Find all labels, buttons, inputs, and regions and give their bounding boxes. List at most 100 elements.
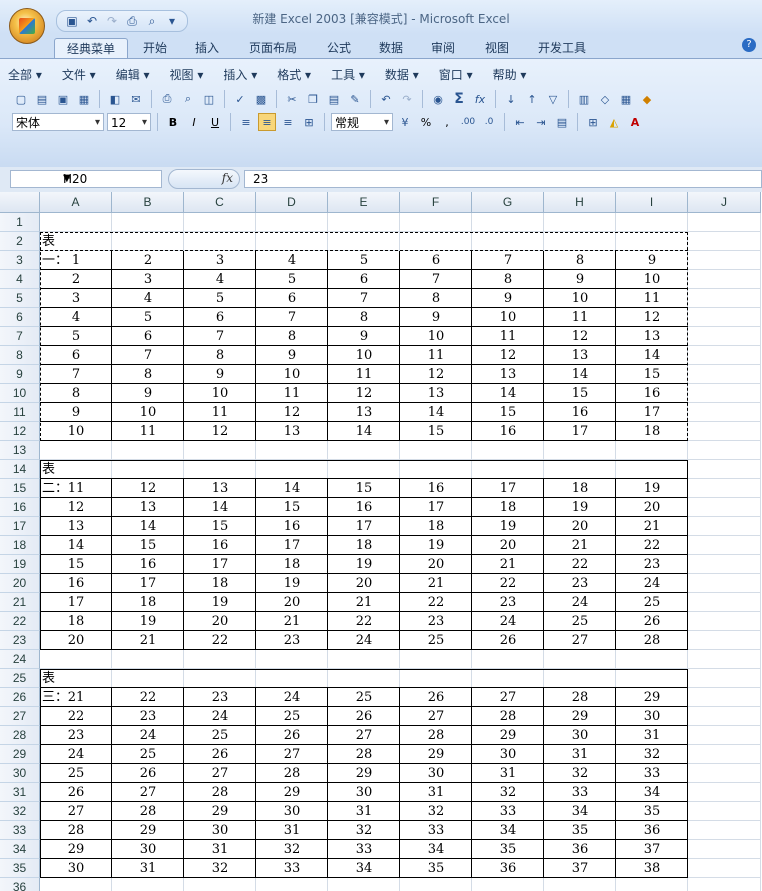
table-cell[interactable]: 18 [184,574,256,593]
table-cell[interactable]: 21 [472,555,544,574]
open-icon[interactable]: ▤ [33,90,51,108]
table-cell[interactable]: 12 [544,327,616,346]
column-header-j[interactable]: J [688,192,761,213]
table-cell[interactable]: 16 [472,422,544,441]
table-cell[interactable]: 27 [328,726,400,745]
row-header-21[interactable]: 21 [0,593,40,612]
table-cell[interactable]: 27 [544,631,616,650]
table-cell[interactable]: 13 [112,498,184,517]
table-cell[interactable]: 33 [256,859,328,878]
grid-cell[interactable] [688,707,761,726]
row-header-29[interactable]: 29 [0,745,40,764]
grid-cell[interactable] [400,878,472,891]
table-cell[interactable]: 22 [400,593,472,612]
table-cell[interactable]: 33 [616,764,688,783]
table-cell[interactable]: 11 [40,479,112,498]
table-cell[interactable]: 12 [472,346,544,365]
table-cell[interactable]: 20 [400,555,472,574]
grid-cell[interactable] [544,669,616,688]
research-icon[interactable]: ◫ [200,90,218,108]
table-cell[interactable]: 13 [400,384,472,403]
grid-cell[interactable] [400,232,472,251]
row-header-2[interactable]: 2 [0,232,40,251]
table-cell[interactable]: 25 [40,764,112,783]
table-cell[interactable]: 14 [472,384,544,403]
table-cell[interactable]: 21 [40,688,112,707]
table-cell[interactable]: 18 [256,555,328,574]
row-header-16[interactable]: 16 [0,498,40,517]
table-cell[interactable]: 31 [256,821,328,840]
table-cell[interactable]: 33 [544,783,616,802]
grid-cell[interactable] [688,403,761,422]
grid-cell[interactable] [328,878,400,891]
save-icon[interactable]: ▣ [54,90,72,108]
redo-icon[interactable]: ↷ [105,14,119,28]
grid-cell[interactable] [184,460,256,479]
grid-cell[interactable] [544,441,616,460]
table-cell[interactable]: 24 [256,688,328,707]
table-cell[interactable]: 8 [184,346,256,365]
table-cell[interactable]: 23 [472,593,544,612]
table-cell[interactable]: 9 [400,308,472,327]
tab-page-layout[interactable]: 页面布局 [240,38,306,58]
table-cell[interactable]: 32 [544,764,616,783]
grid-cell[interactable] [688,232,761,251]
table-cell[interactable]: 26 [472,631,544,650]
table-cell[interactable]: 3 [184,251,256,270]
table-cell[interactable]: 16 [40,574,112,593]
table-cell[interactable]: 35 [544,821,616,840]
align-center-icon[interactable]: ≡ [258,113,276,131]
grid-cell[interactable] [688,840,761,859]
table-cell[interactable]: 12 [400,365,472,384]
row-header-25[interactable]: 25 [0,669,40,688]
table-cell[interactable]: 4 [256,251,328,270]
row-header-12[interactable]: 12 [0,422,40,441]
table-cell[interactable]: 22 [184,631,256,650]
table-cell[interactable]: 29 [472,726,544,745]
grid-cell[interactable] [616,878,688,891]
row-header-30[interactable]: 30 [0,764,40,783]
table-cell[interactable]: 36 [616,821,688,840]
table-cell[interactable]: 17 [616,403,688,422]
fill-color-icon[interactable]: ◭ [605,113,623,131]
table-cell[interactable]: 9 [184,365,256,384]
grid-cell[interactable] [688,726,761,745]
table-cell[interactable]: 35 [616,802,688,821]
table-cell[interactable]: 14 [616,346,688,365]
menu-data[interactable]: 数据 ▾ [385,66,419,84]
table-cell[interactable]: 17 [112,574,184,593]
table-cell[interactable]: 15 [40,555,112,574]
table-cell[interactable]: 13 [328,403,400,422]
table-cell[interactable]: 24 [472,612,544,631]
table-cell[interactable]: 10 [256,365,328,384]
table-cell[interactable]: 38 [616,859,688,878]
grid-cell[interactable] [328,669,400,688]
table-cell[interactable]: 22 [40,707,112,726]
undo-icon[interactable]: ↶ [377,90,395,108]
translate-icon[interactable]: ▩ [252,90,270,108]
table-cell[interactable]: 24 [40,745,112,764]
grid-cell[interactable] [688,460,761,479]
row-header-5[interactable]: 5 [0,289,40,308]
table-cell[interactable]: 31 [544,745,616,764]
tab-view[interactable]: 视图 [476,38,518,58]
row-header-13[interactable]: 13 [0,441,40,460]
row-header-10[interactable]: 10 [0,384,40,403]
table-cell[interactable]: 13 [472,365,544,384]
table-cell[interactable]: 7 [112,346,184,365]
column-header-e[interactable]: E [328,192,400,213]
table-cell[interactable]: 18 [472,498,544,517]
table-cell[interactable]: 35 [400,859,472,878]
table-cell[interactable]: 26 [112,764,184,783]
table-cell[interactable]: 21 [400,574,472,593]
grid-cell[interactable] [688,859,761,878]
table-cell[interactable]: 20 [256,593,328,612]
print-icon[interactable]: ⎙ [158,90,176,108]
comma-icon[interactable]: , [438,113,456,131]
help-icon[interactable]: ? [742,38,756,52]
format-painter-icon[interactable]: ✎ [346,90,364,108]
grid-cell[interactable] [472,669,544,688]
grid-cell[interactable] [688,802,761,821]
grid-icon[interactable]: ▦ [617,90,635,108]
table-cell[interactable]: 28 [328,745,400,764]
